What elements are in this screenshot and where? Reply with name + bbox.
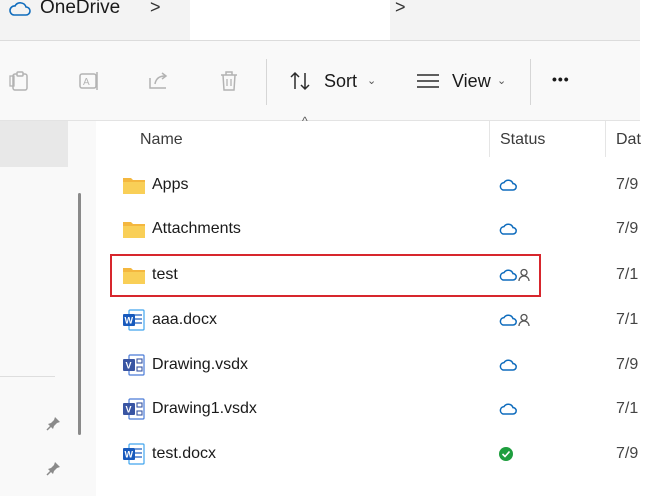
share-icon[interactable] [146, 68, 172, 94]
breadcrumb-chevron-icon[interactable]: > [395, 0, 406, 18]
file-row-apps[interactable]: Apps 7/9 [96, 164, 645, 208]
column-divider[interactable] [605, 121, 606, 157]
delete-icon[interactable] [216, 68, 242, 94]
paste-icon[interactable] [7, 68, 33, 94]
file-date: 7/9 [616, 220, 639, 237]
file-date: 7/1 [616, 311, 639, 328]
pin-icon[interactable] [46, 415, 62, 431]
chevron-down-icon: ⌄ [497, 75, 507, 87]
status-cloud-shared-icon [498, 267, 536, 285]
file-name: Drawing1.vsdx [152, 400, 257, 417]
toolbar-divider [530, 59, 531, 105]
navigation-pane [0, 121, 96, 496]
status-cloud-icon [498, 177, 518, 195]
file-row-test-docx[interactable]: W test.docx 7/9 [96, 433, 645, 477]
file-row-attachments[interactable]: Attachments 7/9 [96, 208, 645, 252]
column-divider[interactable] [489, 121, 490, 157]
sort-button[interactable]: Sort ⌄ [282, 63, 392, 99]
svg-text:W: W [125, 450, 134, 460]
file-name: Apps [152, 176, 189, 193]
word-document-icon: W [122, 309, 146, 331]
file-date: 7/1 [616, 266, 639, 283]
sort-ascending-icon: ^ [302, 114, 308, 128]
file-list: ^ Name Status Dat Apps 7/9 Attachments 7… [96, 114, 645, 496]
rename-icon[interactable]: A [77, 68, 103, 94]
file-row-drawing-vsdx[interactable]: V Drawing.vsdx 7/9 [96, 344, 645, 388]
nav-divider [0, 376, 55, 377]
pin-icon[interactable] [46, 460, 62, 476]
column-header-status[interactable]: Status [500, 131, 545, 149]
file-name: test [152, 266, 178, 283]
onedrive-cloud-icon [8, 0, 32, 18]
status-cloud-icon [498, 221, 518, 239]
more-icon: ••• [552, 71, 570, 87]
view-label: View [452, 71, 491, 91]
sort-label: Sort [324, 71, 358, 91]
folder-icon [122, 218, 146, 240]
file-row-aaa-docx[interactable]: W aaa.docx 7/1 [96, 299, 645, 343]
status-synced-check-icon [498, 446, 518, 464]
file-name: Drawing.vsdx [152, 356, 249, 373]
breadcrumb-onedrive[interactable]: OneDrive [40, 0, 120, 19]
svg-text:V: V [126, 405, 132, 415]
visio-drawing-icon: V [122, 398, 146, 420]
view-lines-icon [415, 71, 441, 91]
chevron-down-icon: ⌄ [367, 75, 377, 87]
view-button[interactable]: View ⌄ [410, 63, 518, 99]
status-cloud-icon [498, 401, 518, 419]
file-date: 7/9 [616, 356, 639, 373]
file-row-test[interactable]: test 7/1 [96, 254, 645, 298]
svg-text:A: A [83, 77, 90, 88]
file-name: aaa.docx [152, 311, 217, 328]
word-document-icon: W [122, 443, 146, 465]
status-cloud-icon [498, 357, 518, 375]
column-header-date[interactable]: Dat [616, 131, 645, 149]
nav-scrollbar[interactable] [78, 193, 81, 435]
more-options-button[interactable]: ••• [548, 67, 584, 97]
file-name: Attachments [152, 220, 241, 237]
column-header-name[interactable]: Name [140, 131, 183, 149]
visio-drawing-icon: V [122, 354, 146, 376]
status-cloud-shared-icon [498, 312, 536, 330]
command-bar: A Sort ⌄ View ⌄ ••• [0, 41, 640, 121]
folder-icon [122, 264, 146, 286]
breadcrumb-redacted-segment[interactable] [190, 0, 390, 42]
svg-text:W: W [125, 316, 134, 326]
folder-icon [122, 174, 146, 196]
nav-item-selected[interactable] [0, 121, 68, 167]
svg-text:V: V [126, 361, 132, 371]
file-date: 7/9 [616, 445, 639, 462]
toolbar-divider [266, 59, 267, 105]
file-date: 7/9 [616, 176, 639, 193]
breadcrumb-chevron-icon[interactable]: > [150, 0, 161, 18]
breadcrumb: OneDrive > > [0, 0, 640, 42]
file-row-drawing1-vsdx[interactable]: V Drawing1.vsdx 7/1 [96, 388, 645, 432]
file-name: test.docx [152, 445, 217, 462]
sort-arrows-icon [288, 69, 314, 93]
file-date: 7/1 [616, 400, 639, 417]
